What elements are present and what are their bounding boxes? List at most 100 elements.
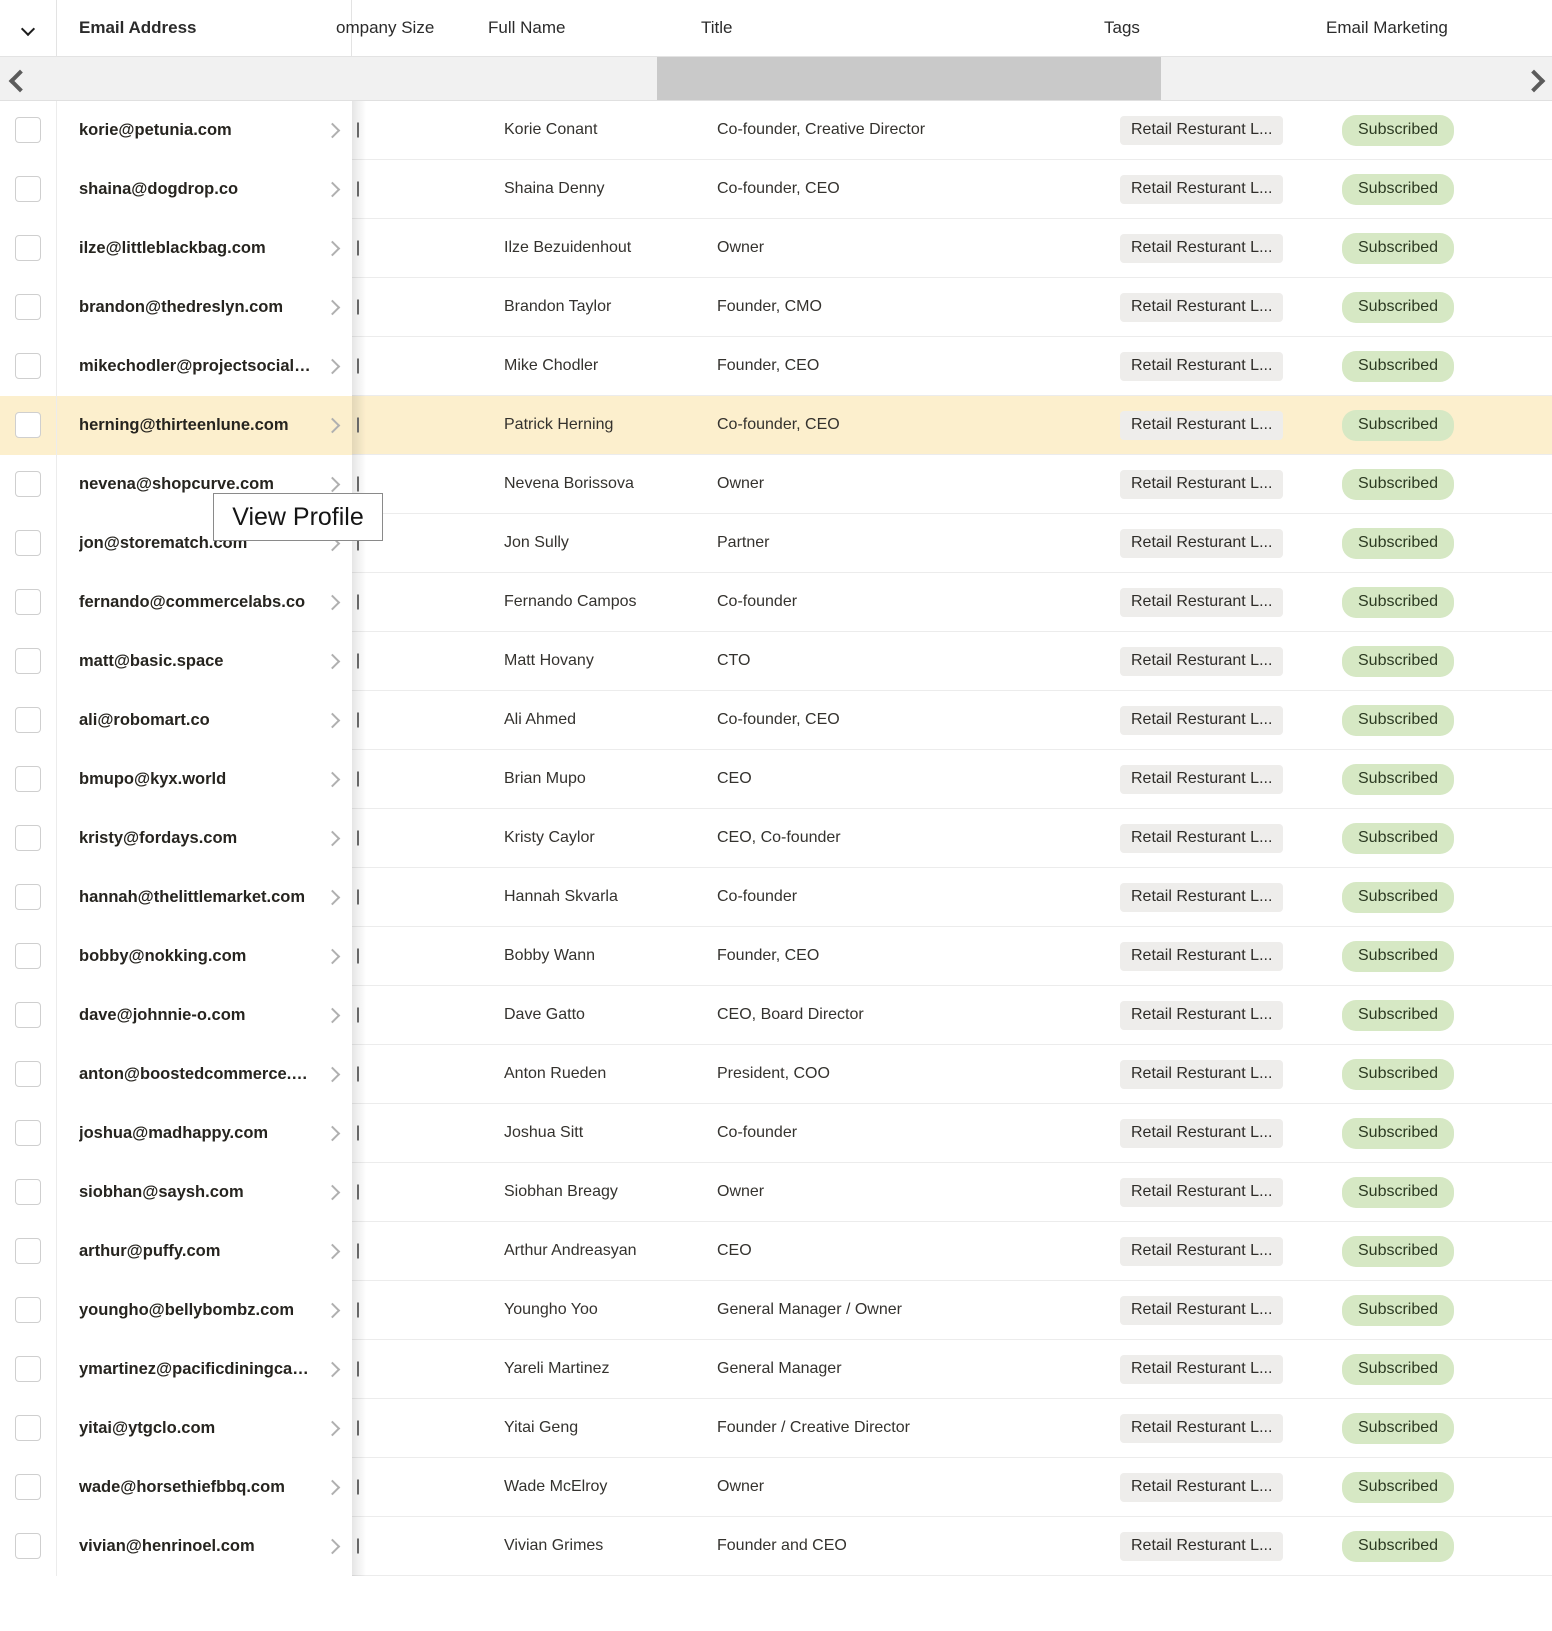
- cell-email-marketing[interactable]: Subscribed: [1342, 396, 1552, 455]
- cell-email-address[interactable]: ali@robomart.co: [57, 690, 352, 750]
- row-select-cell[interactable]: [0, 1221, 57, 1281]
- cell-tags[interactable]: Retail Resturant L...: [1120, 219, 1342, 278]
- table-row[interactable]: vivian@henrinoel.com Vivian Grimes Founder…: [0, 1516, 1552, 1576]
- row-select-cell[interactable]: [0, 513, 57, 573]
- cell-email-address[interactable]: arthur@puffy.com: [57, 1221, 352, 1281]
- tag-badge[interactable]: Retail Resturant L...: [1120, 233, 1284, 263]
- table-row[interactable]: shaina@dogdrop.co Shaina Denny Co-founder,…: [0, 159, 1552, 219]
- status-badge[interactable]: Subscribed: [1342, 586, 1455, 618]
- cell-email-marketing[interactable]: Subscribed: [1342, 868, 1552, 927]
- chevron-down-icon[interactable]: [22, 24, 35, 32]
- row-select-cell[interactable]: [0, 1162, 57, 1222]
- chevron-right-icon[interactable]: [326, 1304, 338, 1316]
- status-badge[interactable]: Subscribed: [1342, 232, 1455, 264]
- chevron-right-icon[interactable]: [326, 655, 338, 667]
- tag-badge[interactable]: Retail Resturant L...: [1120, 1354, 1284, 1384]
- tag-badge[interactable]: Retail Resturant L...: [1120, 528, 1284, 558]
- cell-email-marketing[interactable]: Subscribed: [1342, 1045, 1552, 1104]
- row-select-cell[interactable]: [0, 1398, 57, 1458]
- status-badge[interactable]: Subscribed: [1342, 468, 1455, 500]
- chevron-right-icon[interactable]: [326, 1127, 338, 1139]
- row-checkbox[interactable]: [15, 825, 41, 851]
- cell-email-address[interactable]: yitai@ytgclo.com: [57, 1398, 352, 1458]
- chevron-right-icon[interactable]: [326, 1009, 338, 1021]
- table-row[interactable]: korie@petunia.com Korie Conant Co-founder,…: [0, 100, 1552, 160]
- row-checkbox[interactable]: [15, 1356, 41, 1382]
- chevron-right-icon[interactable]: [326, 301, 338, 313]
- tag-badge[interactable]: Retail Resturant L...: [1120, 941, 1284, 971]
- table-row[interactable]: fernando@commercelabs.co Fernando Campos C…: [0, 572, 1552, 632]
- horizontal-scrollbar[interactable]: [0, 57, 1552, 101]
- tag-badge[interactable]: Retail Resturant L...: [1120, 469, 1284, 499]
- cell-email-address[interactable]: shaina@dogdrop.co: [57, 159, 352, 219]
- tag-badge[interactable]: Retail Resturant L...: [1120, 587, 1284, 617]
- cell-email-marketing[interactable]: Subscribed: [1342, 219, 1552, 278]
- row-checkbox[interactable]: [15, 943, 41, 969]
- cell-tags[interactable]: Retail Resturant L...: [1120, 1517, 1342, 1576]
- status-badge[interactable]: Subscribed: [1342, 704, 1455, 736]
- chevron-right-icon[interactable]: [326, 596, 338, 608]
- row-checkbox[interactable]: [15, 1061, 41, 1087]
- cell-email-address[interactable]: matt@basic.space: [57, 631, 352, 691]
- status-badge[interactable]: Subscribed: [1342, 527, 1455, 559]
- status-badge[interactable]: Subscribed: [1342, 1058, 1455, 1090]
- table-row[interactable]: siobhan@saysh.com Siobhan Breagy Owner Reta…: [0, 1162, 1552, 1222]
- cell-email-marketing[interactable]: Subscribed: [1342, 160, 1552, 219]
- chevron-right-icon[interactable]: [326, 891, 338, 903]
- cell-tags[interactable]: Retail Resturant L...: [1120, 160, 1342, 219]
- chevron-right-icon[interactable]: [326, 1481, 338, 1493]
- tag-badge[interactable]: Retail Resturant L...: [1120, 174, 1284, 204]
- row-select-cell[interactable]: [0, 100, 57, 160]
- column-header-email-address[interactable]: Email Address: [57, 0, 352, 57]
- cell-email-marketing[interactable]: Subscribed: [1342, 750, 1552, 809]
- row-select-cell[interactable]: [0, 1044, 57, 1104]
- cell-email-marketing[interactable]: Subscribed: [1342, 101, 1552, 160]
- cell-email-marketing[interactable]: Subscribed: [1342, 573, 1552, 632]
- status-badge[interactable]: Subscribed: [1342, 1294, 1455, 1326]
- cell-email-address[interactable]: bobby@nokking.com: [57, 926, 352, 986]
- chevron-right-icon[interactable]: [326, 360, 338, 372]
- cell-tags[interactable]: Retail Resturant L...: [1120, 750, 1342, 809]
- cell-tags[interactable]: Retail Resturant L...: [1120, 691, 1342, 750]
- status-badge[interactable]: Subscribed: [1342, 1412, 1455, 1444]
- table-row[interactable]: ymartinez@pacificdiningcar.... Yareli Mar…: [0, 1339, 1552, 1399]
- row-checkbox[interactable]: [15, 1474, 41, 1500]
- cell-email-marketing[interactable]: Subscribed: [1342, 809, 1552, 868]
- tag-badge[interactable]: Retail Resturant L...: [1120, 1118, 1284, 1148]
- cell-email-address[interactable]: anton@boostedcommerce.c...: [57, 1044, 352, 1104]
- cell-email-marketing[interactable]: Subscribed: [1342, 514, 1552, 573]
- cell-email-address[interactable]: mikechodler@projectsocialt....: [57, 336, 352, 396]
- table-row[interactable]: bobby@nokking.com Bobby Wann Founder, CEO R…: [0, 926, 1552, 986]
- status-badge[interactable]: Subscribed: [1342, 409, 1455, 441]
- scroll-right-button[interactable]: [1496, 57, 1552, 100]
- table-row[interactable]: bmupo@kyx.world Brian Mupo CEO Retail Restu…: [0, 749, 1552, 809]
- chevron-right-icon[interactable]: [326, 478, 338, 490]
- cell-tags[interactable]: Retail Resturant L...: [1120, 632, 1342, 691]
- table-row[interactable]: ali@robomart.co Ali Ahmed Co-founder, CEO R…: [0, 690, 1552, 750]
- cell-tags[interactable]: Retail Resturant L...: [1120, 1340, 1342, 1399]
- cell-email-marketing[interactable]: Subscribed: [1342, 1281, 1552, 1340]
- row-select-cell[interactable]: [0, 336, 57, 396]
- row-select-cell[interactable]: [0, 218, 57, 278]
- chevron-right-icon[interactable]: [326, 773, 338, 785]
- column-header-title[interactable]: Title: [679, 0, 1104, 57]
- cell-email-marketing[interactable]: Subscribed: [1342, 1399, 1552, 1458]
- chevron-left-icon[interactable]: [10, 71, 26, 87]
- row-checkbox[interactable]: [15, 1297, 41, 1323]
- status-badge[interactable]: Subscribed: [1342, 173, 1455, 205]
- row-checkbox[interactable]: [15, 707, 41, 733]
- table-row[interactable]: kristy@fordays.com Kristy Caylor CEO, Co-f…: [0, 808, 1552, 868]
- table-row[interactable]: dave@johnnie-o.com Dave Gatto CEO, Board D…: [0, 985, 1552, 1045]
- tag-badge[interactable]: Retail Resturant L...: [1120, 1000, 1284, 1030]
- cell-email-marketing[interactable]: Subscribed: [1342, 1458, 1552, 1517]
- cell-tags[interactable]: Retail Resturant L...: [1120, 278, 1342, 337]
- status-badge[interactable]: Subscribed: [1342, 1530, 1455, 1562]
- row-select-cell[interactable]: [0, 1457, 57, 1517]
- status-badge[interactable]: Subscribed: [1342, 999, 1455, 1031]
- cell-email-marketing[interactable]: Subscribed: [1342, 632, 1552, 691]
- row-select-cell[interactable]: [0, 159, 57, 219]
- row-checkbox[interactable]: [15, 1415, 41, 1441]
- table-row[interactable]: anton@boostedcommerce.c... Anton Rueden Pr…: [0, 1044, 1552, 1104]
- row-select-cell[interactable]: [0, 749, 57, 809]
- cell-email-marketing[interactable]: Subscribed: [1342, 1340, 1552, 1399]
